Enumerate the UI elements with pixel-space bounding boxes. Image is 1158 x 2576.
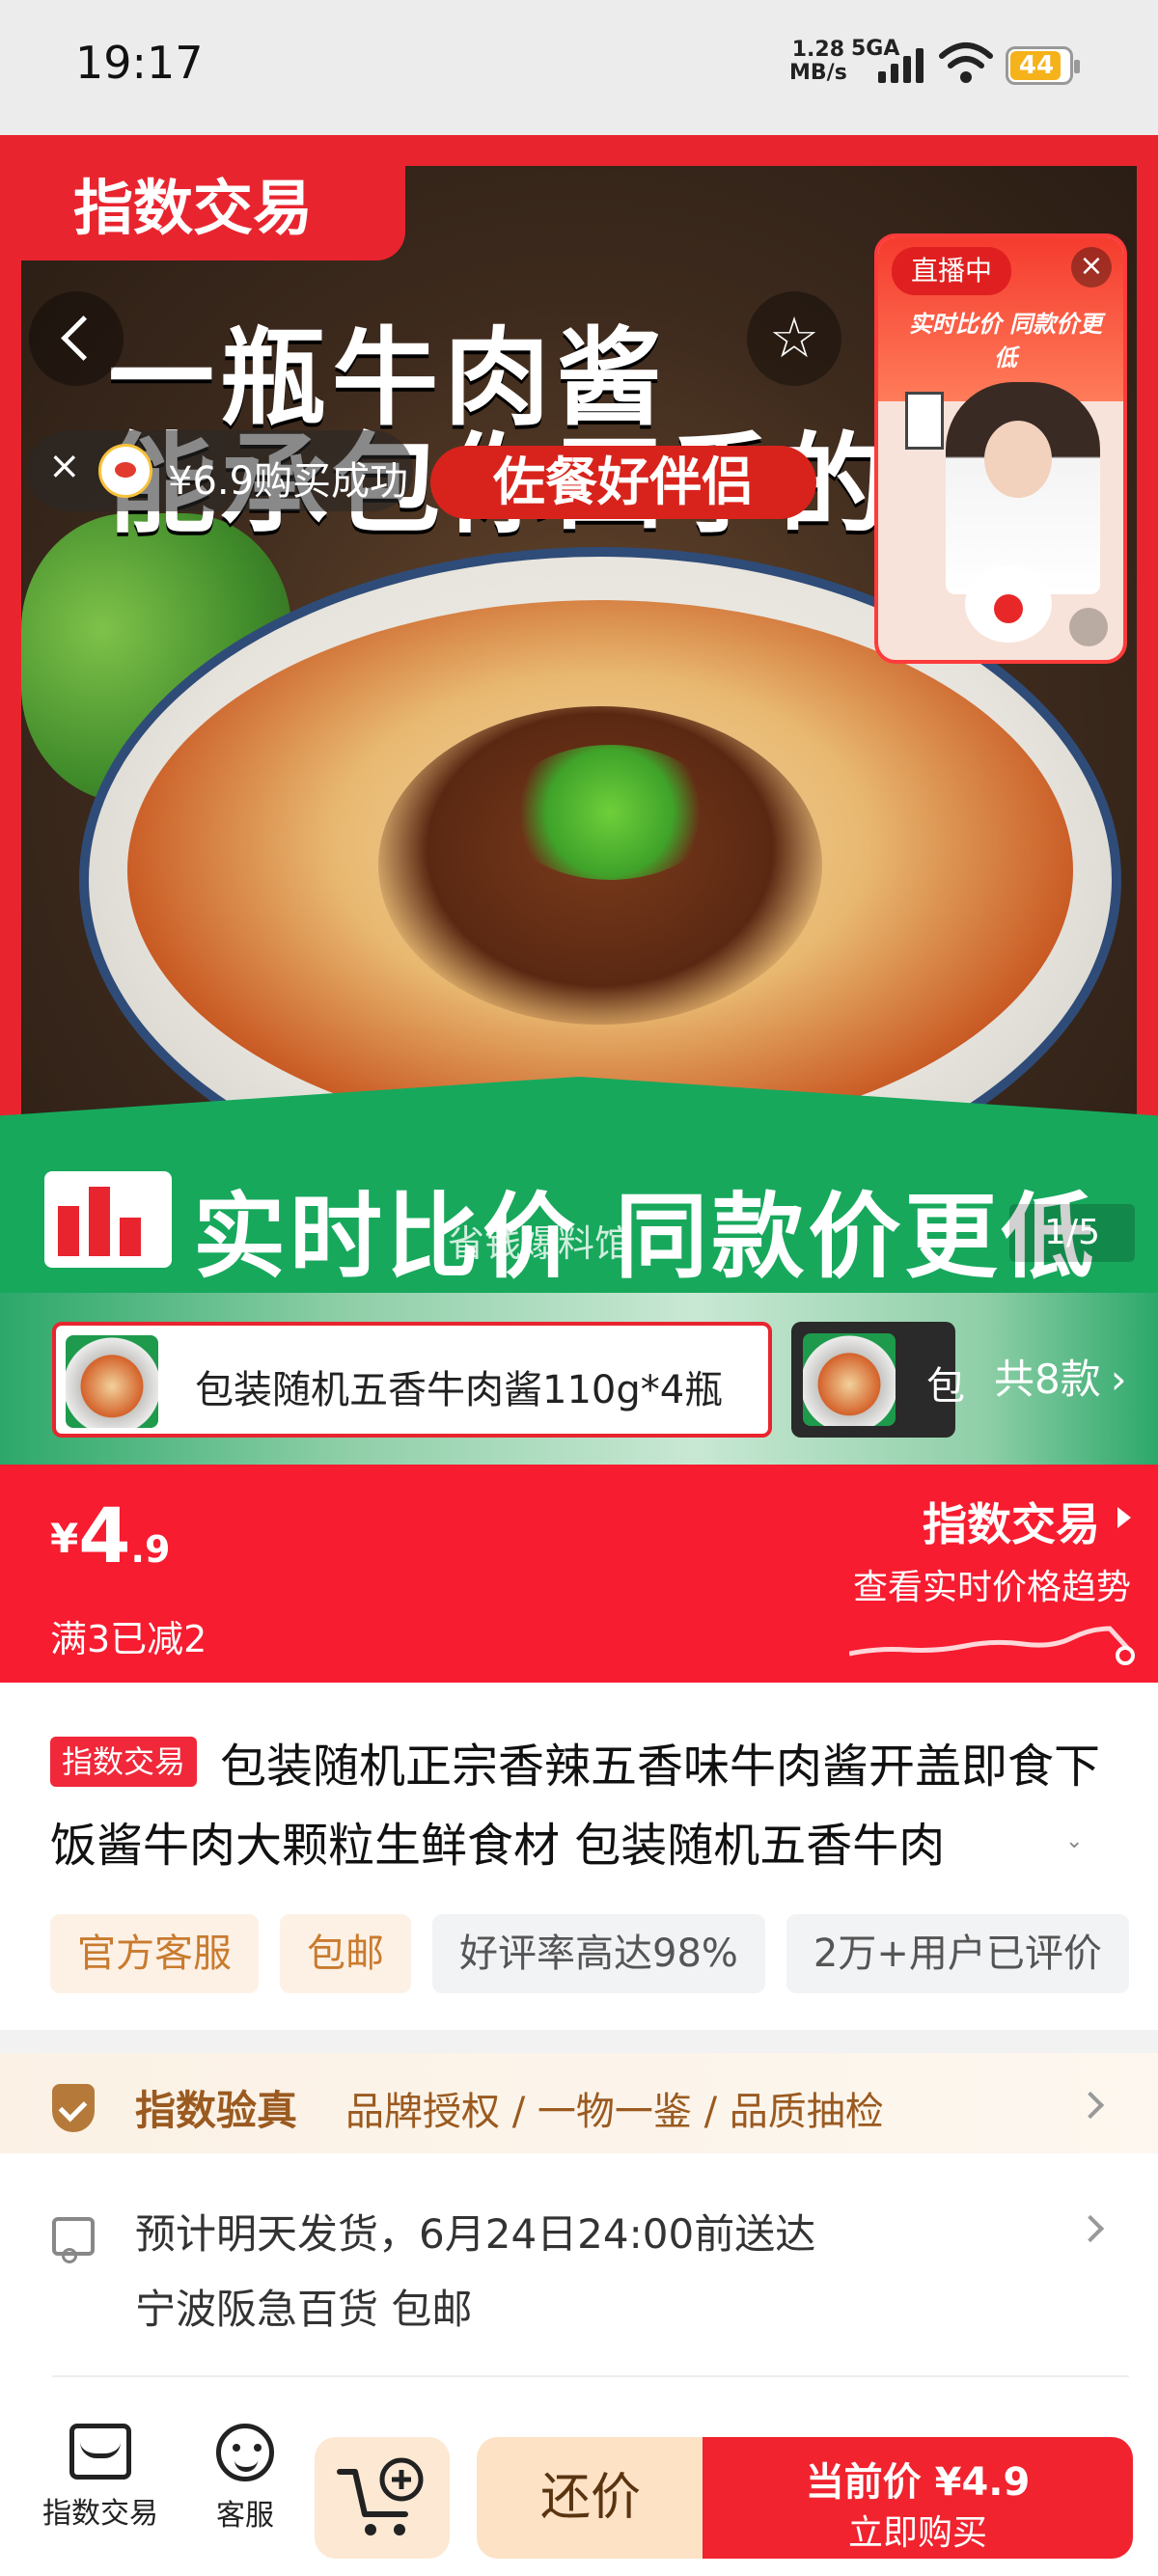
caret-right-icon [1117,1507,1131,1528]
shipping-eta: 预计明天发货，6月24日24:00前送达 [135,2210,816,2258]
price-bar: ¥4.9 满3已减2 指数交易 查看实时价格趋势 [0,1465,1158,1683]
discount-text: 满3已减2 [50,1618,207,1660]
live-badge: 直播中 [892,247,1011,295]
shipping-store: 宁波阪急百货 包邮 [135,2286,473,2333]
price-trend-link[interactable]: 查看实时价格趋势 [853,1559,1131,1609]
cart-plus-icon [337,2457,424,2535]
avatar [98,444,152,498]
battery-level: 44 [1018,51,1055,80]
bar-chart-logo-icon [44,1171,172,1268]
qr-code-icon [905,392,944,450]
price-trend-title[interactable]: 指数交易 [923,1490,1100,1553]
chip-official-service[interactable]: 官方客服 [50,1914,259,1993]
store-button[interactable]: 指数交易 [33,2424,168,2532]
status-bar: 19:17 1.28 MB/s 5GA 44 [0,0,1158,135]
add-to-cart-button[interactable] [315,2437,450,2559]
sku-option[interactable]: 包 [791,1322,965,1438]
net-speed-value: 1.28 [791,38,845,62]
back-button[interactable] [29,291,124,386]
chevron-right-icon [1076,2214,1105,2243]
product-title: 包装随机正宗香辣五香味牛肉酱开盖即食下饭酱牛肉大颗粒生鲜食材 包装随机五香牛肉 [50,1740,1101,1873]
product-image-carousel[interactable]: 一瓶牛肉酱 能承包你四季的 佐餐好伴侣 指数交易 ☆ × ¥6.9购买成功 直播… [0,135,1158,1293]
sku-count-button[interactable]: 共8款 › [955,1322,1158,1438]
watermark: 省钱爆料馆 [448,1222,632,1265]
bargain-button[interactable]: 还价 [477,2437,704,2559]
zhishu-tag: 指数交易 [0,156,405,260]
sku-selector: 包装随机五香牛肉酱110g*4瓶 包 共8款 › [0,1293,1158,1465]
price-decimal: .9 [130,1528,171,1571]
shipping-row[interactable]: 预计明天发货，6月24日24:00前送达 宁波阪急百货 包邮 [0,2153,1158,2383]
chip-review-count[interactable]: 2万+用户已评价 [786,1914,1129,1993]
product-info: 包装随机正宗香辣五香味牛肉酱开盖即食下饭酱牛肉大颗粒生鲜食材 包装随机五香牛肉 … [0,1683,1158,2030]
product-detail-page: 19:17 1.28 MB/s 5GA 44 一瓶牛肉酱 能承包你四季的 佐 [0,0,1158,2576]
bottom-action-bar: 指数交易 客服 还价 当前价 ¥4.9 立即购买 [0,2383,1158,2576]
net-speed: 1.28 MB/s [789,39,847,85]
purchase-toast[interactable]: × ¥6.9购买成功 [27,430,413,511]
chevron-right-icon: › [1110,1356,1127,1403]
store-icon [69,2424,131,2480]
shield-check-icon [52,2084,95,2132]
purchase-toast-text: ¥6.9购买成功 [168,459,409,504]
live-title: 实时比价 同款价更低 [908,311,1103,371]
close-icon[interactable]: × [1071,247,1112,288]
verify-title: 指数验真 [135,2087,298,2134]
buy-now-button[interactable]: 当前价 ¥4.9 立即购买 [703,2437,1133,2559]
wifi-icon [939,42,993,83]
mute-icon[interactable] [1069,608,1108,646]
customer-service-button[interactable]: 客服 [178,2424,313,2534]
smile-icon [216,2424,274,2481]
sku-thumbnail [803,1333,896,1426]
chip-free-shipping[interactable]: 包邮 [280,1914,411,1993]
title-tag: 指数交易 [50,1737,198,1787]
close-icon[interactable]: × [48,444,81,488]
sku-label: 包装随机五香牛肉酱110g*4瓶 [195,1368,724,1412]
chevron-right-icon [1076,2091,1105,2120]
price-trend-sparkline [849,1626,1135,1665]
price-integer: 4 [78,1494,131,1580]
divider [52,2375,1129,2377]
sku-option-selected[interactable]: 包装随机五香牛肉酱110g*4瓶 [52,1322,772,1438]
service-chips: 官方客服 包邮 好评率高达98% 2万+用户已评价 [50,1914,1150,1993]
verify-row[interactable]: 指数验真 品牌授权 / 一物一鉴 / 品质抽检 [0,2053,1158,2153]
store-label: 指数交易 [42,2497,158,2531]
verify-desc: 品牌授权 / 一物一鉴 / 品质抽检 [345,2090,884,2134]
chip-good-rate[interactable]: 好评率高达98% [432,1914,765,1993]
expand-title-icon[interactable]: ⌄ [1065,1829,1083,1853]
current-price: ¥4.9 [50,1494,170,1580]
net-speed-unit: MB/s [789,61,847,85]
buy-price-label: 当前价 ¥4.9 [805,2460,1031,2505]
live-stream-window[interactable]: 直播中 × 实时比价 同款价更低 [874,233,1127,664]
status-time: 19:17 [75,37,204,89]
green-banner-text: 实时比价 同款价更低 [193,1183,1098,1291]
sku-count-label: 共8款 [994,1356,1101,1403]
battery-icon: 44 [1006,46,1080,85]
star-icon: ☆ [769,305,819,370]
favorite-button[interactable]: ☆ [747,291,841,386]
signal-icon [878,42,924,83]
truck-icon [52,2217,95,2263]
service-label: 客服 [216,2499,274,2533]
sku-thumbnail [66,1335,158,1428]
buy-now-label: 立即购买 [847,2513,987,2553]
price-currency: ¥ [50,1515,79,1562]
sub-banner: 佐餐好伴侣 [430,446,816,519]
image-pager: 1/5 [1009,1204,1135,1262]
